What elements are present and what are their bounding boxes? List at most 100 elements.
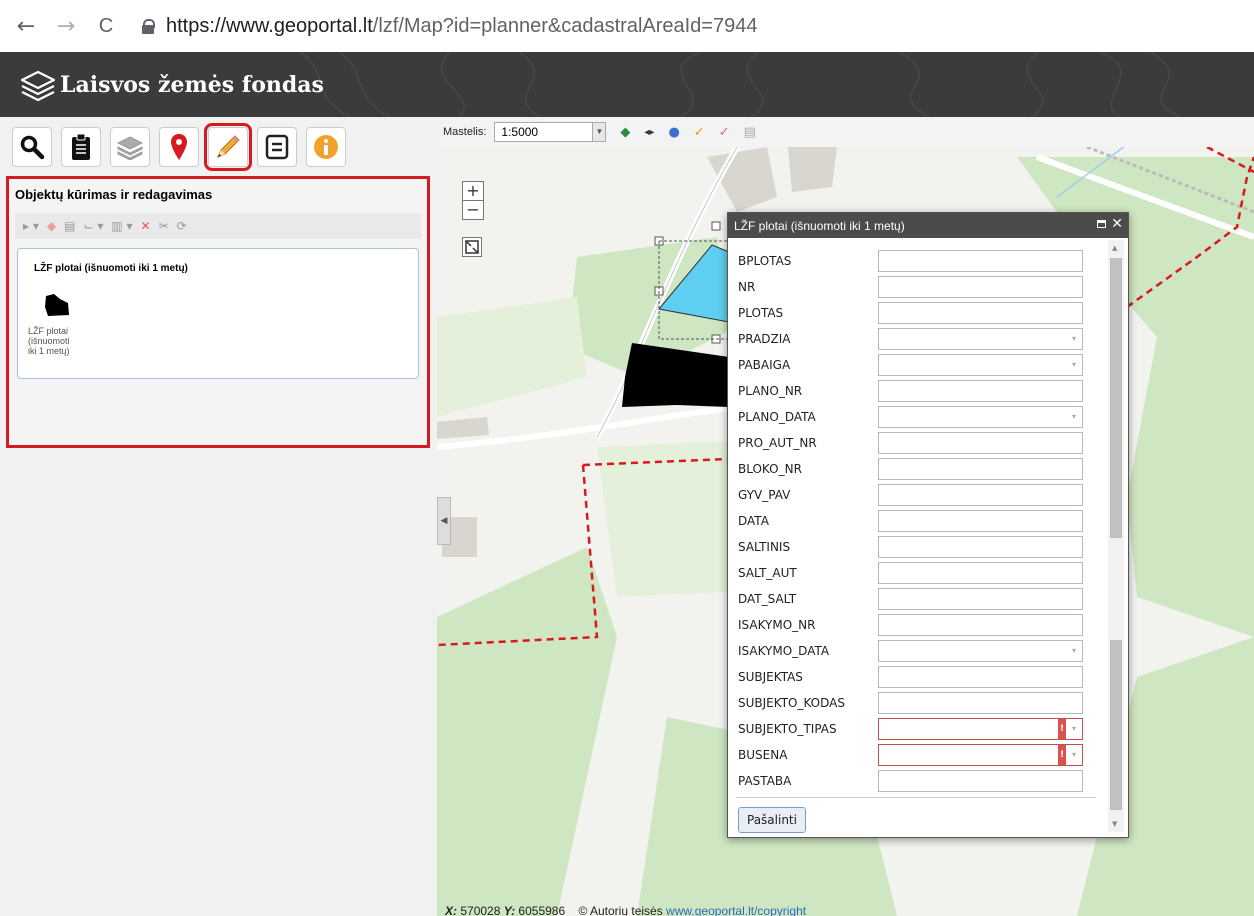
merge-icon[interactable]: ⟳ — [177, 219, 187, 233]
map-toolbar: Mastelis: 1:5000 ▼ ◆ ◂▸ ● ✓ ✓ ▤ — [437, 117, 1254, 147]
field-label: PLOTAS — [738, 306, 784, 320]
info-circle-icon[interactable]: ● — [668, 125, 679, 140]
text-field[interactable] — [878, 614, 1083, 636]
coord-x-value: 570028 — [460, 904, 501, 916]
delete-icon[interactable]: ✕ — [141, 219, 151, 233]
date-field[interactable]: ▾ — [878, 354, 1083, 376]
chevron-down-icon[interactable]: ▾ — [1066, 329, 1082, 349]
pan-arrows-icon[interactable]: ◂▸ — [644, 127, 654, 138]
form-tool-button[interactable] — [257, 127, 297, 167]
chevron-down-icon[interactable]: ▾ — [1066, 719, 1082, 739]
search-tool-button[interactable] — [12, 127, 52, 167]
measure-line-icon[interactable]: ✓ — [694, 125, 705, 140]
field-label: PABAIGA — [738, 358, 791, 372]
chevron-down-icon: ▼ — [592, 123, 606, 141]
zoom-in-button[interactable]: + — [463, 182, 483, 200]
maximize-icon[interactable] — [1097, 220, 1106, 228]
scale-select[interactable]: 1:5000 ▼ — [494, 122, 607, 142]
zoom-out-button[interactable]: − — [463, 200, 483, 219]
map-footer: X: 570028 Y: 6055986 © Autorių teisės ww… — [445, 904, 806, 916]
template-swatch[interactable] — [44, 293, 70, 317]
form-row: BUSENA! ▾ — [738, 744, 1083, 766]
address-bar[interactable]: https://www.geoportal.lt/lzf/Map?id=plan… — [166, 15, 757, 38]
edit-tool-button[interactable] — [204, 123, 252, 171]
full-extent-icon — [465, 240, 479, 254]
print-icon[interactable]: ▤ — [744, 125, 756, 140]
url-path: /lzf/Map?id=planner&cadastralAreaId=7944 — [372, 14, 758, 37]
text-field[interactable] — [878, 250, 1083, 272]
date-field[interactable]: ▾ — [878, 640, 1083, 662]
scroll-up-icon[interactable]: ▲ — [1112, 244, 1117, 252]
text-field[interactable] — [878, 458, 1083, 480]
scroll-down-icon[interactable]: ▼ — [1112, 820, 1117, 828]
select-arrow-icon[interactable]: ▸ ▾ — [23, 219, 39, 233]
clipboard-tool-button[interactable] — [61, 127, 101, 167]
chevron-down-icon[interactable]: ▾ — [1066, 641, 1082, 661]
text-field[interactable] — [878, 562, 1083, 584]
field-label: NR — [738, 280, 756, 294]
info-tool-button[interactable] — [306, 127, 346, 167]
attributes-icon[interactable]: ▤ — [64, 219, 75, 233]
forward-button[interactable]: → — [52, 14, 80, 39]
full-extent-button[interactable] — [462, 237, 482, 257]
eraser-icon[interactable]: ◆ — [47, 219, 56, 233]
dialog-scrollbar[interactable]: ▲ ▼ — [1108, 240, 1124, 832]
text-field[interactable] — [878, 666, 1083, 688]
measure-area-icon[interactable]: ✓ — [719, 125, 730, 140]
url-host: https://www.geoportal.lt — [166, 14, 373, 37]
attribute-dialog: LŽF plotai (išnuomoti iki 1 metų) ✕ BPLO… — [727, 212, 1129, 838]
clipboard-icon — [72, 133, 90, 160]
chevron-down-icon[interactable]: ▾ — [1066, 745, 1082, 765]
form-row: ISAKYMO_NR — [738, 614, 1083, 636]
form-row: PLANO_NR — [738, 380, 1083, 402]
chevron-down-icon[interactable]: ▾ — [1066, 407, 1082, 427]
form-row: PASTABA — [738, 770, 1083, 792]
location-tool-button[interactable] — [159, 127, 199, 167]
collapse-panel-handle[interactable]: ◀ — [437, 497, 451, 545]
text-field[interactable] — [878, 302, 1083, 324]
cut-dropdown-icon[interactable]: ▥ ▾ — [111, 219, 132, 233]
chevron-down-icon[interactable]: ▾ — [1066, 355, 1082, 375]
text-field[interactable] — [878, 276, 1083, 298]
form-row: DATA — [738, 510, 1083, 532]
dialog-titlebar[interactable]: LŽF plotai (išnuomoti iki 1 metų) ✕ — [728, 213, 1128, 238]
dialog-title: LŽF plotai (išnuomoti iki 1 metų) — [734, 218, 905, 233]
select-field[interactable]: ! ▾ — [878, 718, 1083, 740]
reshape-icon[interactable]: ⌙ ▾ — [83, 219, 103, 233]
reload-button[interactable]: C — [92, 15, 120, 38]
field-label: PLANO_NR — [738, 384, 803, 398]
text-field[interactable] — [878, 432, 1083, 454]
text-field[interactable] — [878, 484, 1083, 506]
feature-template-picker: LŽF plotai (išnuomoti iki 1 metų) LŽF pl… — [17, 248, 419, 379]
form-row: SALTINIS — [738, 536, 1083, 558]
form-row: GYV_PAV — [738, 484, 1083, 506]
back-button[interactable]: ← — [12, 14, 40, 39]
close-icon[interactable]: ✕ — [1111, 216, 1123, 232]
text-field[interactable] — [878, 770, 1083, 792]
app-title: Laisvos žemės fondas — [60, 71, 324, 98]
date-field[interactable]: ▾ — [878, 406, 1083, 428]
scroll-thumb-lower — [1110, 640, 1122, 810]
map-marker-icon — [171, 134, 187, 160]
form-row: PRADZIA ▾ — [738, 328, 1083, 350]
form-row: NR — [738, 276, 1083, 298]
date-field[interactable]: ▾ — [878, 328, 1083, 350]
select-field[interactable]: ! ▾ — [878, 744, 1083, 766]
copyright-link[interactable]: www.geoportal.lt/copyright — [666, 904, 806, 916]
text-field[interactable] — [878, 536, 1083, 558]
scroll-thumb[interactable] — [1110, 258, 1122, 538]
form-row: ISAKYMO_DATA ▾ — [738, 640, 1083, 662]
text-field[interactable] — [878, 380, 1083, 402]
lithuania-map-icon[interactable]: ◆ — [620, 125, 630, 140]
layers-tool-button[interactable] — [110, 127, 150, 167]
form-row: BLOKO_NR — [738, 458, 1083, 480]
browser-toolbar: ← → C https://www.geoportal.lt/lzf/Map?i… — [0, 0, 1254, 52]
field-label: SUBJEKTO_TIPAS — [738, 722, 837, 736]
text-field[interactable] — [878, 588, 1083, 610]
zoom-control: + − — [462, 181, 484, 220]
text-field[interactable] — [878, 692, 1083, 714]
delete-feature-button[interactable]: Pašalinti — [738, 807, 806, 833]
scissors-icon[interactable]: ✂ — [159, 219, 169, 233]
text-field[interactable] — [878, 510, 1083, 532]
coord-y-label: Y: — [503, 904, 516, 916]
